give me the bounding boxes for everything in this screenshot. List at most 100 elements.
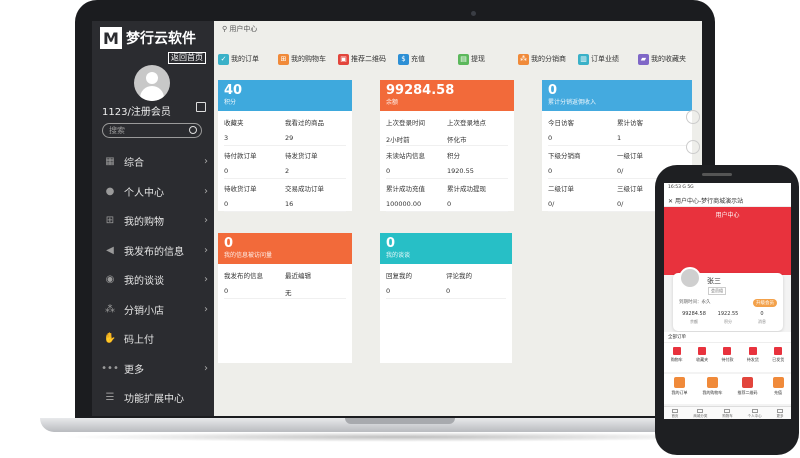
chevron-right-icon: ›: [204, 303, 208, 315]
stat-cell[interactable]: 累计成功充值 100000.00: [386, 179, 447, 212]
stat-cell[interactable]: 上次登录时间 2小时前: [386, 113, 447, 146]
nav-item[interactable]: 商城分类: [693, 409, 707, 419]
stat-cell[interactable]: 积分 1920.55: [447, 146, 508, 179]
logout-icon[interactable]: [196, 102, 206, 112]
sidebar-item-more[interactable]: ••• 更多 ›: [92, 354, 214, 384]
phone-username: 张三: [707, 277, 721, 285]
stat-value: 0: [224, 200, 229, 208]
sidebar: M 梦行云软件 返回首页 1123/注册会员 搜索 ▦ 综合 › ● 个人中心 › ⊞ 我…: [92, 21, 214, 416]
tab-recharge[interactable]: $ 充值: [398, 48, 458, 70]
stat-label: 我发布的信息: [224, 272, 263, 280]
function-shortcut[interactable]: 充值: [772, 377, 784, 404]
function-shortcut[interactable]: 我的订单: [672, 377, 688, 404]
stat-label: 累计成功充值: [386, 185, 425, 193]
sidebar-item-my-shopping[interactable]: ⊞ 我的购物 ›: [92, 206, 214, 236]
phone-stat[interactable]: 1922.55 积分: [711, 311, 745, 325]
card-caption: 积分: [224, 99, 237, 106]
phone-stat[interactable]: 0 消息: [745, 311, 779, 325]
camera-dot: [471, 11, 476, 16]
sidebar-item-code-pay[interactable]: ✋ 码上付: [92, 324, 214, 354]
sidebar-item-distribution-shop[interactable]: ⁂ 分销小店 ›: [92, 295, 214, 325]
orders-title[interactable]: 全部订单: [664, 332, 791, 343]
product-mockup: M 梦行云软件 返回首页 1123/注册会员 搜索 ▦ 综合 › ● 个人中心 › ⊞ 我…: [0, 0, 800, 458]
stat-cell[interactable]: 我发布的信息 0: [224, 266, 285, 299]
sidebar-item-overview[interactable]: ▦ 综合 ›: [92, 147, 214, 177]
wechat-icon[interactable]: [686, 110, 700, 124]
tab-my-orders[interactable]: ✓ 我的订单: [218, 48, 278, 70]
stat-cell[interactable]: 今日访客 0: [548, 113, 617, 146]
stat-cell[interactable]: 下级分销商 0: [548, 146, 617, 179]
stat-cell[interactable]: 待收货订单 0: [224, 179, 285, 212]
sidebar-item-label: 功能扩展中心: [124, 394, 184, 406]
order-shortcut[interactable]: 已发货: [772, 347, 784, 363]
sidebar-item-extensions[interactable]: ☰ 功能扩展中心: [92, 383, 214, 413]
tab-withdraw[interactable]: ▤ 提现: [458, 48, 518, 70]
stat-cell[interactable]: 回复我的 0: [386, 266, 446, 299]
sidebar-item-my-talks[interactable]: ◉ 我的谈谈 ›: [92, 265, 214, 295]
stat-cell[interactable]: 待发货订单 2: [285, 146, 346, 179]
stat-label: 余额: [690, 319, 698, 324]
phone-bottom-nav: 首页 商城分类 购物车 个人中心 更多: [664, 406, 791, 419]
stat-cell[interactable]: 未读站内信息 0: [386, 146, 447, 179]
member-group-badge: 会员组: [708, 287, 726, 295]
close-icon[interactable]: ✕: [668, 198, 675, 205]
stat-value: 100000.00: [386, 200, 422, 208]
tab-referral-qr[interactable]: ▣ 推荐二维码: [338, 48, 398, 70]
stat-label: 累计访客: [617, 119, 643, 127]
nav-item[interactable]: 个人中心: [748, 409, 762, 419]
order-shortcut[interactable]: 收藏夹: [696, 347, 708, 363]
stat-cell[interactable]: 最近编辑无: [285, 266, 346, 299]
phone-stat[interactable]: 99284.58 余额: [677, 311, 711, 325]
stat-cell[interactable]: 交易成功订单 16: [285, 179, 346, 212]
tab-my-favorites[interactable]: ▰ 我的收藏夹: [638, 48, 698, 70]
shortcut-label: 待付款: [721, 357, 734, 362]
stat-cell[interactable]: 上次登录地点 怀化市: [447, 113, 508, 146]
search-icon[interactable]: [189, 126, 197, 134]
star-icon: [698, 347, 707, 355]
list-icon: ☰: [105, 392, 115, 404]
brand-logo[interactable]: M 梦行云软件: [100, 27, 196, 49]
avatar[interactable]: [134, 65, 170, 101]
card-value: 0: [386, 236, 396, 251]
username: 1123/注册会员: [102, 107, 171, 118]
stat-cell[interactable]: 收藏夹 3: [224, 113, 285, 146]
stat-value: 0: [386, 167, 391, 175]
stat-cell[interactable]: 累计访客 1: [617, 113, 686, 146]
logo-mark-icon: M: [100, 27, 122, 49]
phone-header-title: 用户中心: [715, 212, 740, 219]
shortcut-label: 推荐二维码: [737, 390, 758, 395]
order-shortcut[interactable]: 待发货: [747, 347, 759, 363]
sidebar-item-my-posts[interactable]: ◀ 我发布的信息 ›: [92, 236, 214, 266]
message-icon[interactable]: [686, 140, 700, 154]
dollar-icon: [772, 377, 784, 388]
nav-item[interactable]: 更多: [777, 409, 784, 419]
sidebar-item-personal-center[interactable]: ● 个人中心 ›: [92, 177, 214, 207]
function-shortcut[interactable]: 推荐二维码: [738, 377, 758, 404]
upgrade-button[interactable]: 升级会员: [753, 299, 777, 307]
stat-cell[interactable]: 二级订单 0/: [548, 179, 617, 212]
stat-value: 0: [386, 287, 391, 295]
brand-name: 梦行云软件: [126, 31, 196, 47]
nav-item[interactable]: 购物车: [722, 409, 733, 419]
avatar[interactable]: [679, 267, 701, 289]
stat-cell[interactable]: 待付款订单 0: [224, 146, 285, 179]
stat-value: 无: [285, 289, 292, 297]
search-input[interactable]: 搜索: [102, 123, 202, 138]
home-link[interactable]: 返回首页: [168, 52, 206, 64]
function-shortcut[interactable]: 我的购物车: [703, 377, 723, 404]
stat-cell[interactable]: 我看过的商品 29: [285, 113, 346, 146]
tab-label: 提现: [471, 55, 485, 63]
qr-icon: [742, 377, 753, 388]
stat-cell[interactable]: 评论我的 0: [446, 266, 506, 299]
stat-label: 二级订单: [548, 185, 574, 193]
order-shortcut[interactable]: 购物车: [671, 347, 683, 363]
chevron-right-icon: ›: [204, 362, 208, 374]
stat-label: 交易成功订单: [285, 185, 324, 193]
nav-item[interactable]: 首页: [671, 409, 678, 419]
tab-my-cart[interactable]: ⊞ 我的购物车: [278, 48, 338, 70]
tab-my-distributors[interactable]: ⁂ 我的分销商: [518, 48, 578, 70]
stat-cell[interactable]: 累计成功提现 0: [447, 179, 508, 212]
order-shortcut[interactable]: 待付款: [721, 347, 733, 363]
tab-order-performance[interactable]: ▥ 订单业绩: [578, 48, 638, 70]
stat-label: 消息: [758, 319, 766, 324]
